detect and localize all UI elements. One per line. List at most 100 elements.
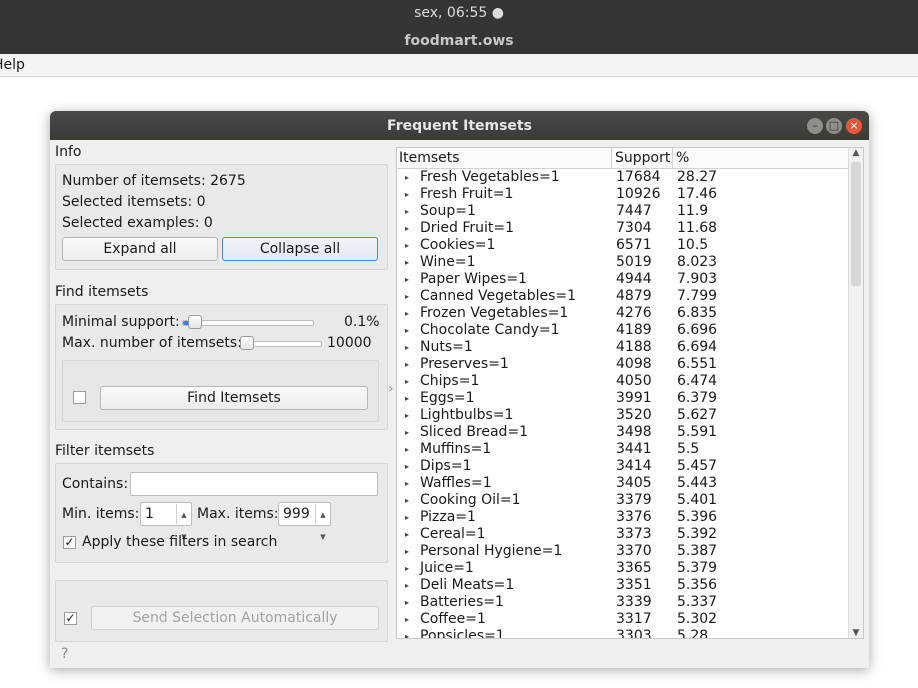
expand-arrow-icon[interactable]: ▸	[405, 543, 409, 560]
expand-arrow-icon[interactable]: ▸	[405, 288, 409, 305]
percent-cell: 5.5	[677, 441, 700, 457]
max-itemsets-handle[interactable]	[240, 336, 254, 350]
expand-arrow-icon[interactable]: ▸	[405, 458, 409, 475]
expand-arrow-icon[interactable]: ▸	[405, 560, 409, 577]
table-row[interactable]: ▸ Wine=1 5019 8.023	[397, 254, 848, 271]
frequent-itemsets-window: Frequent Itemsets – □ × Info Number of i…	[50, 111, 869, 668]
collapse-all-button[interactable]: Collapse all	[222, 237, 378, 261]
scroll-up-icon[interactable]: ▲	[849, 148, 863, 158]
close-button[interactable]: ×	[846, 118, 862, 134]
apply-filters-checkbox[interactable]: ✓	[63, 536, 76, 549]
window-title: Frequent Itemsets	[387, 118, 532, 134]
expand-arrow-icon[interactable]: ▸	[405, 492, 409, 509]
table-row[interactable]: ▸ Nuts=1 4188 6.694	[397, 339, 848, 356]
scroll-down-icon[interactable]: ▼	[849, 628, 863, 638]
find-itemsets-box: Minimal support: 0.1% Max. number of ite…	[55, 304, 388, 430]
expand-arrow-icon[interactable]: ▸	[405, 169, 409, 186]
expand-arrow-icon[interactable]: ▸	[405, 577, 409, 594]
auto-find-checkbox[interactable]	[73, 391, 86, 404]
menu-help[interactable]: Help	[0, 57, 25, 73]
window-titlebar[interactable]: Frequent Itemsets – □ ×	[50, 111, 869, 140]
send-selection-button[interactable]: Send Selection Automatically	[91, 606, 379, 630]
table-row[interactable]: ▸ Paper Wipes=1 4944 7.903	[397, 271, 848, 288]
contains-input[interactable]	[130, 472, 378, 496]
expand-all-button[interactable]: Expand all	[62, 237, 218, 261]
table-row[interactable]: ▸ Juice=1 3365 5.379	[397, 560, 848, 577]
support-cell: 5019	[616, 254, 652, 270]
minimize-button[interactable]: –	[807, 118, 823, 134]
expand-arrow-icon[interactable]: ▸	[405, 611, 409, 628]
expand-arrow-icon[interactable]: ▸	[405, 220, 409, 237]
expand-arrow-icon[interactable]: ▸	[405, 594, 409, 611]
table-scrollbar[interactable]: ▲ ▼	[848, 148, 863, 638]
expand-arrow-icon[interactable]: ▸	[405, 424, 409, 441]
clock[interactable]: sex, 06:55 ●	[0, 5, 918, 21]
find-itemsets-button[interactable]: Find Itemsets	[100, 386, 368, 410]
expand-arrow-icon[interactable]: ▸	[405, 373, 409, 390]
find-itemsets-label: Find itemsets	[55, 284, 149, 300]
expand-arrow-icon[interactable]: ▸	[405, 186, 409, 203]
header-percent[interactable]: %	[676, 150, 689, 166]
percent-cell: 5.457	[677, 458, 718, 474]
table-row[interactable]: ▸ Preserves=1 4098 6.551	[397, 356, 848, 373]
table-row[interactable]: ▸ Cereal=1 3373 5.392	[397, 526, 848, 543]
expand-arrow-icon[interactable]: ▸	[405, 509, 409, 526]
send-automatically-checkbox[interactable]: ✓	[64, 612, 77, 625]
table-row[interactable]: ▸ Pizza=1 3376 5.396	[397, 509, 848, 526]
table-row[interactable]: ▸ Deli Meats=1 3351 5.356	[397, 577, 848, 594]
table-row[interactable]: ▸ Lightbulbs=1 3520 5.627	[397, 407, 848, 424]
table-row[interactable]: ▸ Eggs=1 3991 6.379	[397, 390, 848, 407]
table-row[interactable]: ▸ Dips=1 3414 5.457	[397, 458, 848, 475]
help-icon[interactable]: ?	[61, 646, 68, 662]
table-row[interactable]: ▸ Chips=1 4050 6.474	[397, 373, 848, 390]
min-items-spinbox[interactable]: 1 ▲ ▼	[140, 502, 192, 541]
app-title: foodmart.ows	[404, 33, 514, 49]
menu-bar: Help	[0, 54, 918, 77]
table-row[interactable]: ▸ Fresh Fruit=1 10926 17.46	[397, 186, 848, 203]
itemset-cell: Pizza=1	[420, 509, 476, 525]
table-row[interactable]: ▸ Muffins=1 3441 5.5	[397, 441, 848, 458]
header-itemsets[interactable]: Itemsets	[399, 150, 460, 166]
expand-arrow-icon[interactable]: ▸	[405, 628, 409, 638]
expand-arrow-icon[interactable]: ▸	[405, 407, 409, 424]
max-items-spinbox[interactable]: 999 ▲ ▼	[278, 502, 331, 541]
table-row[interactable]: ▸ Soup=1 7447 11.9	[397, 203, 848, 220]
table-row[interactable]: ▸ Waffles=1 3405 5.443	[397, 475, 848, 492]
table-row[interactable]: ▸ Personal Hygiene=1 3370 5.387	[397, 543, 848, 560]
max-items-spin-arrows-icon[interactable]: ▲ ▼	[315, 504, 330, 541]
expand-arrow-icon[interactable]: ▸	[405, 305, 409, 322]
expand-arrow-icon[interactable]: ▸	[405, 475, 409, 492]
expand-arrow-icon[interactable]: ▸	[405, 254, 409, 271]
expand-arrow-icon[interactable]: ▸	[405, 203, 409, 220]
expand-arrow-icon[interactable]: ▸	[405, 237, 409, 254]
min-items-spin-arrows-icon[interactable]: ▲ ▼	[176, 504, 191, 541]
table-row[interactable]: ▸ Chocolate Candy=1 4189 6.696	[397, 322, 848, 339]
expand-arrow-icon[interactable]: ▸	[405, 526, 409, 543]
header-support[interactable]: Support	[615, 150, 670, 166]
expand-arrow-icon[interactable]: ▸	[405, 390, 409, 407]
scrollbar-thumb[interactable]	[851, 162, 861, 286]
table-row[interactable]: ▸ Frozen Vegetables=1 4276 6.835	[397, 305, 848, 322]
support-cell: 3441	[616, 441, 652, 457]
expand-arrow-icon[interactable]: ▸	[405, 271, 409, 288]
table-row[interactable]: ▸ Cookies=1 6571 10.5	[397, 237, 848, 254]
table-row[interactable]: ▸ Batteries=1 3339 5.337	[397, 594, 848, 611]
table-row[interactable]: ▸ Sliced Bread=1 3498 5.591	[397, 424, 848, 441]
percent-cell: 5.401	[677, 492, 718, 508]
splitter-handle-icon[interactable]: ›	[388, 381, 394, 397]
table-row[interactable]: ▸ Cooking Oil=1 3379 5.401	[397, 492, 848, 509]
itemsets-table: Itemsets Support % ▸ Fresh Vegetables=1 17…	[396, 147, 864, 639]
table-row[interactable]: ▸ Canned Vegetables=1 4879 7.799	[397, 288, 848, 305]
table-row[interactable]: ▸ Popsicles=1 3303 5.28	[397, 628, 848, 638]
minimal-support-handle[interactable]	[188, 315, 202, 329]
table-row[interactable]: ▸ Fresh Vegetables=1 17684 28.27	[397, 169, 848, 186]
expand-arrow-icon[interactable]: ▸	[405, 322, 409, 339]
maximize-button[interactable]: □	[826, 118, 842, 134]
percent-cell: 5.337	[677, 594, 718, 610]
table-row[interactable]: ▸ Coffee=1 3317 5.302	[397, 611, 848, 628]
expand-arrow-icon[interactable]: ▸	[405, 356, 409, 373]
percent-cell: 7.903	[677, 271, 718, 287]
expand-arrow-icon[interactable]: ▸	[405, 339, 409, 356]
expand-arrow-icon[interactable]: ▸	[405, 441, 409, 458]
table-row[interactable]: ▸ Dried Fruit=1 7304 11.68	[397, 220, 848, 237]
